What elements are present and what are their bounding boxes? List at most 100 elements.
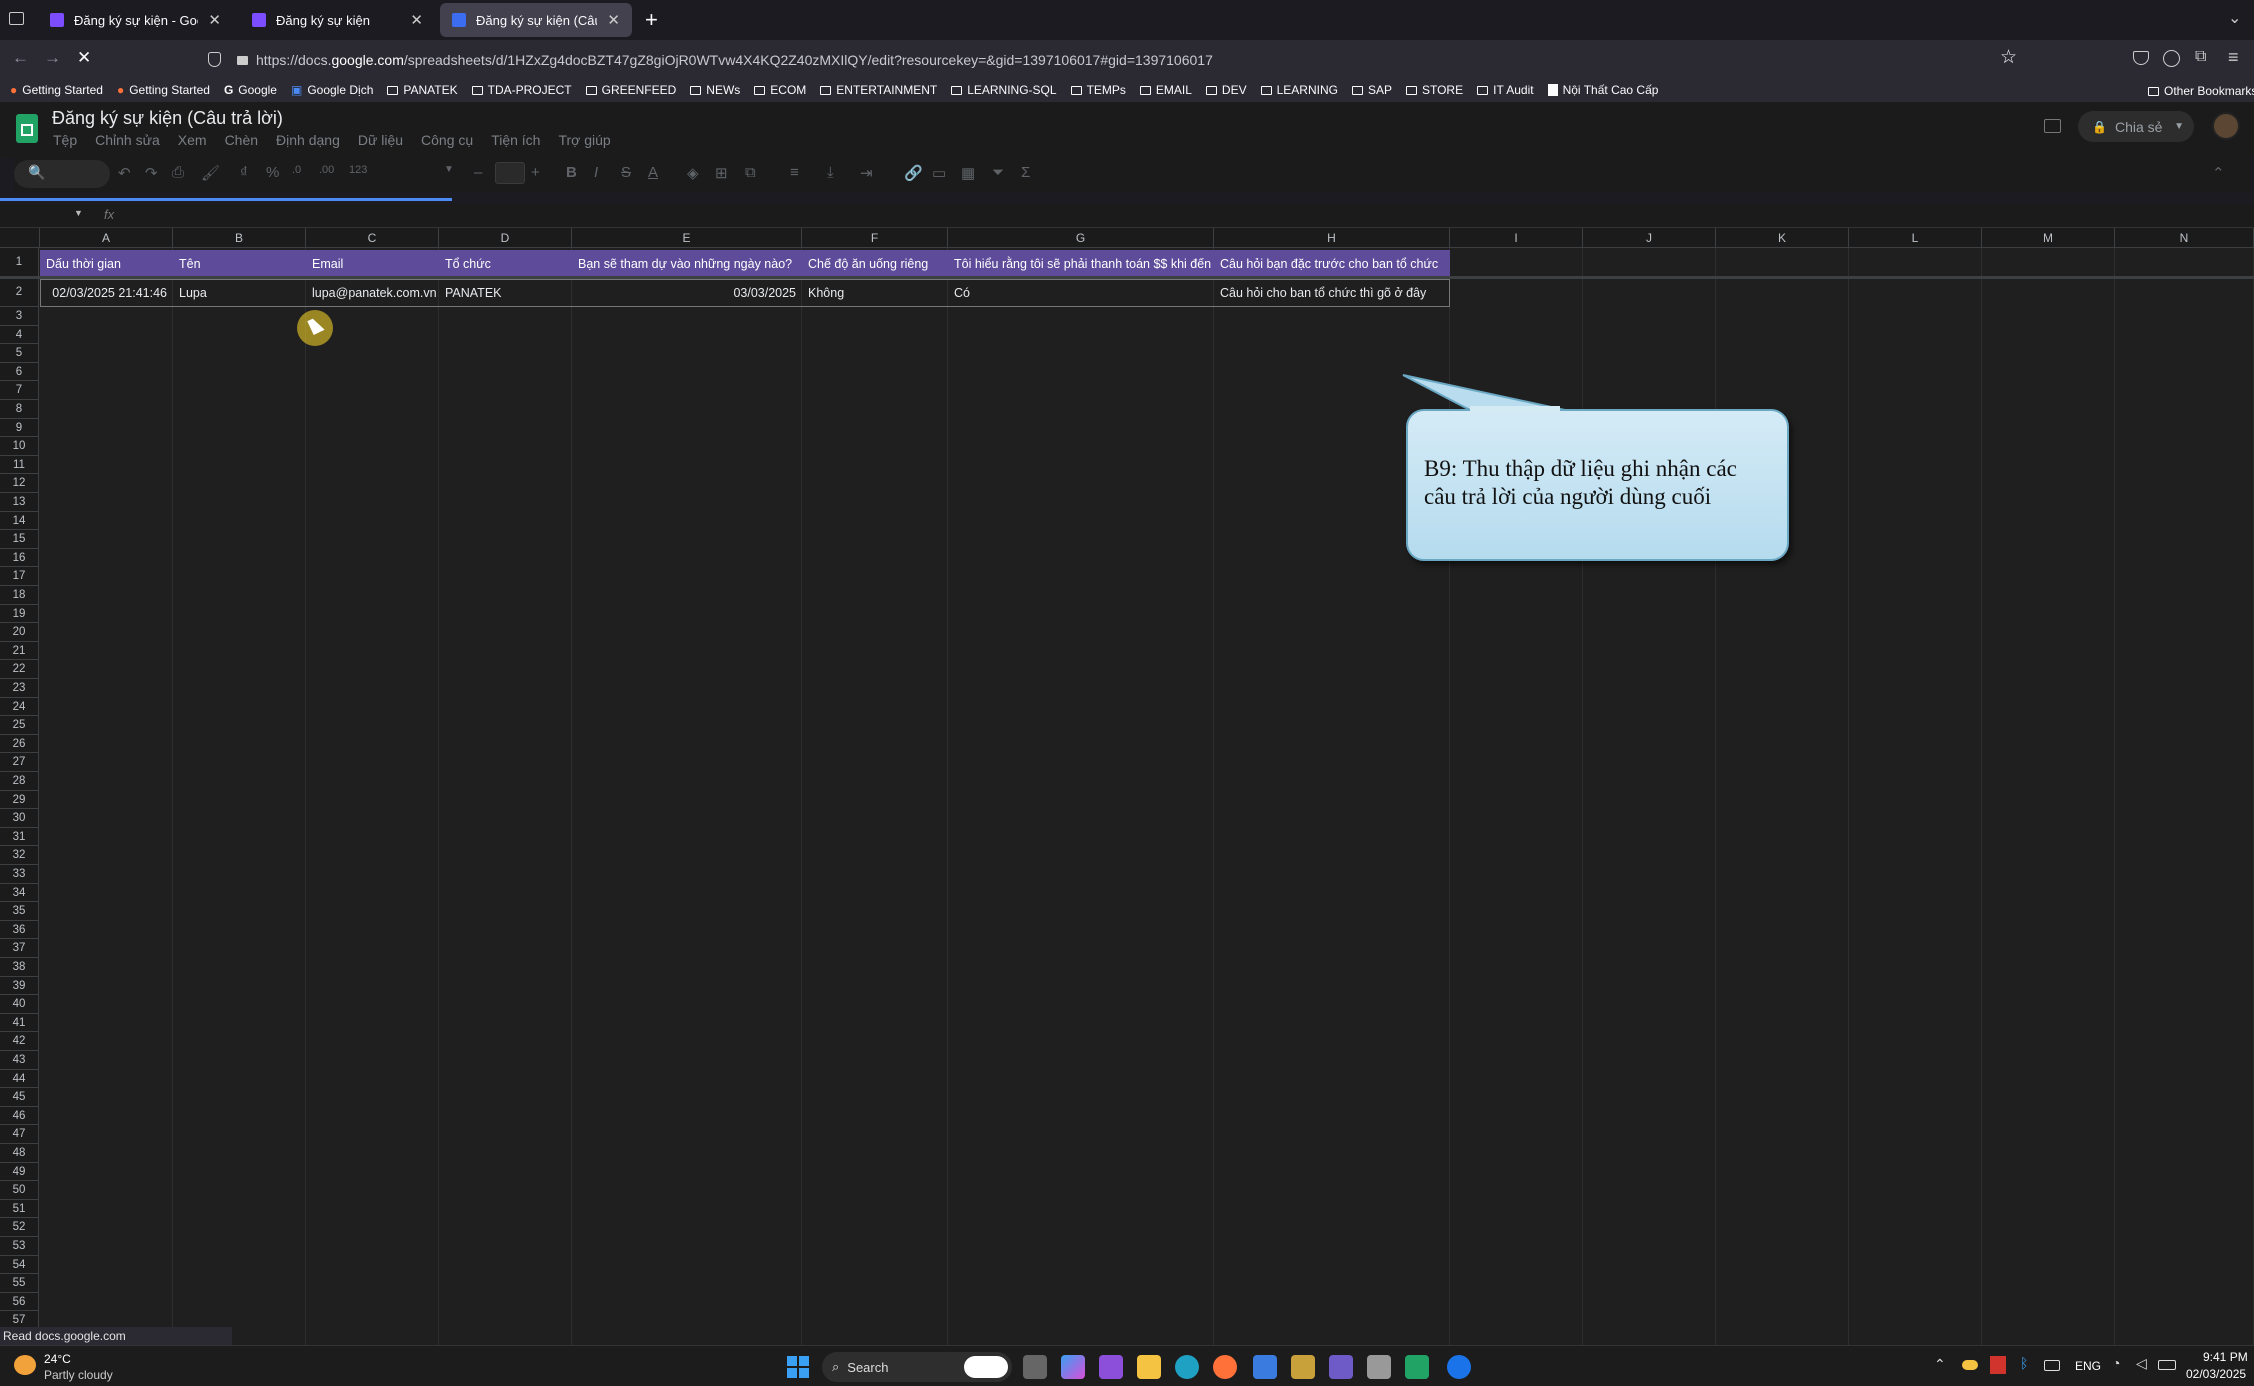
text-color-icon[interactable]: A (648, 164, 658, 181)
row-header-23[interactable]: 23 (0, 679, 39, 698)
row-header-10[interactable]: 10 (0, 437, 39, 456)
row-header-32[interactable]: 32 (0, 846, 39, 865)
chevron-up-icon[interactable]: ⌃ (1934, 1356, 1946, 1373)
clock-time[interactable]: 9:41 PM (2203, 1350, 2248, 1364)
back-icon[interactable]: ← (12, 48, 29, 68)
bookmark-folder[interactable]: STORE (1405, 83, 1463, 97)
keyboard-icon[interactable] (2044, 1360, 2060, 1371)
bookmark-folder[interactable]: EMAIL (1139, 83, 1192, 97)
increase-decimal-icon[interactable]: .00 (319, 164, 334, 176)
bookmark-item[interactable]: ● Getting Started (117, 83, 210, 97)
close-tab-icon[interactable]: ✕ (607, 11, 620, 29)
weather-desc[interactable]: Partly cloudy (44, 1368, 113, 1382)
font-dropdown-icon[interactable]: ▼ (444, 164, 454, 175)
chevron-down-icon[interactable]: ⌄ (2228, 8, 2241, 28)
column-header-b[interactable]: B (173, 228, 306, 248)
menu-search[interactable]: 🔍 (14, 160, 110, 188)
collapse-menus-icon[interactable]: ⌃ (2212, 164, 2225, 182)
row-header-22[interactable]: 22 (0, 660, 39, 679)
comment-history-icon[interactable] (2044, 119, 2061, 133)
functions-icon[interactable]: Σ (1021, 164, 1030, 181)
row-header-42[interactable]: 42 (0, 1032, 39, 1051)
row-header-15[interactable]: 15 (0, 530, 39, 549)
doc-title[interactable]: Đăng ký sự kiện (Câu trả lời) (52, 108, 283, 129)
row-header-2[interactable]: 2 (0, 277, 39, 307)
row-header-8[interactable]: 8 (0, 400, 39, 419)
menu-icon[interactable]: ≡ (2228, 47, 2239, 68)
row-header-56[interactable]: 56 (0, 1292, 39, 1312)
bookmark-folder[interactable]: ENTERTAINMENT (820, 83, 937, 97)
bluetooth-icon[interactable]: ᛒ (2020, 1355, 2028, 1371)
row-header-3[interactable]: 3 (0, 307, 39, 326)
row-header-12[interactable]: 12 (0, 474, 39, 493)
row-header-20[interactable]: 20 (0, 623, 39, 642)
row-header-48[interactable]: 48 (0, 1144, 39, 1163)
row-header-24[interactable]: 24 (0, 697, 39, 717)
battery-icon[interactable] (2158, 1360, 2176, 1370)
volume-icon[interactable]: ◁ (2136, 1355, 2147, 1372)
row-header-6[interactable]: 6 (0, 362, 39, 382)
bookmark-folder[interactable]: GREENFEED (585, 83, 676, 97)
row-header-17[interactable]: 17 (0, 567, 39, 586)
menu-view[interactable]: Xem (178, 132, 207, 148)
font-size-input[interactable] (495, 162, 525, 184)
clock-date[interactable]: 02/03/2025 (2186, 1367, 2246, 1381)
row-header-16[interactable]: 16 (0, 548, 39, 568)
vertical-align-icon[interactable]: ⤓ (827, 164, 834, 181)
bookmark-folder[interactable]: PANATEK (387, 83, 458, 97)
select-all-corner[interactable] (0, 228, 40, 248)
strikethrough-icon[interactable]: S (621, 164, 631, 181)
copilot-icon[interactable] (1061, 1355, 1085, 1379)
menu-data[interactable]: Dữ liệu (358, 132, 403, 148)
header-cell-attend-dates[interactable]: Bạn sẽ tham dự vào những ngày nào? (572, 250, 802, 278)
row-header-5[interactable]: 5 (0, 344, 39, 363)
filter-icon[interactable]: ⏷ (992, 164, 1004, 181)
sheets-logo-icon[interactable] (16, 114, 38, 143)
name-box[interactable]: ▼ (0, 204, 90, 226)
tab-list-icon[interactable] (9, 12, 24, 25)
row-header-41[interactable]: 41 (0, 1013, 39, 1033)
close-tab-icon[interactable]: ✕ (410, 11, 423, 29)
row-header-7[interactable]: 7 (0, 381, 39, 400)
currency-icon[interactable]: ₫ (240, 164, 248, 181)
row-header-26[interactable]: 26 (0, 734, 39, 754)
other-bookmarks[interactable]: Other Bookmarks (2148, 84, 2254, 98)
url-input[interactable]: https://docs. google.com/spreadsheets/d/1… (200, 45, 2010, 74)
row-header-9[interactable]: 9 (0, 418, 39, 438)
chart-icon[interactable]: ▦ (961, 164, 975, 182)
row-header-44[interactable]: 44 (0, 1069, 39, 1089)
wifi-icon[interactable]: ◔ (2112, 1355, 2120, 1371)
bookmark-folder[interactable]: LEARNING-SQL (951, 83, 1057, 97)
close-tab-icon[interactable]: ✕ (208, 11, 221, 29)
task-view-icon[interactable] (1023, 1355, 1047, 1379)
column-header-m[interactable]: M (1982, 228, 2115, 248)
tab-event-form[interactable]: Đăng ký sự kiện ✕ (240, 3, 435, 37)
excel-icon[interactable] (1405, 1355, 1429, 1379)
column-header-l[interactable]: L (1849, 228, 1982, 248)
row-header-31[interactable]: 31 (0, 827, 39, 847)
column-header-n[interactable]: N (2115, 228, 2254, 248)
onedrive-icon[interactable] (1962, 1360, 1978, 1370)
antivirus-icon[interactable] (1990, 1356, 2006, 1374)
firefox-icon[interactable] (1213, 1355, 1237, 1379)
bookmark-folder[interactable]: TEMPs (1070, 83, 1126, 97)
print-icon[interactable]: ⎙ (172, 164, 184, 181)
column-header-e[interactable]: E (572, 228, 802, 248)
bookmark-star-icon[interactable]: ☆ (2000, 46, 2017, 69)
column-header-d[interactable]: D (439, 228, 572, 248)
header-cell-name[interactable]: Tên (173, 250, 306, 278)
column-header-j[interactable]: J (1583, 228, 1716, 248)
row-header-40[interactable]: 40 (0, 995, 39, 1014)
fill-color-icon[interactable]: ◈ (687, 164, 699, 182)
bookmark-folder[interactable]: SAP (1351, 83, 1392, 97)
header-cell-email[interactable]: Email (306, 250, 439, 278)
extensions-icon[interactable]: ⧉ (2195, 48, 2206, 66)
text-wrap-icon[interactable]: ⇥ (860, 164, 873, 182)
header-cell-diet[interactable]: Chế độ ăn uống riêng (802, 250, 948, 278)
column-header-i[interactable]: I (1450, 228, 1583, 248)
tab-responses-sheet[interactable]: Đăng ký sự kiện (Câu trả lời) - G ✕ (440, 3, 632, 37)
more-formats-icon[interactable]: 123 (349, 164, 367, 176)
column-header-a[interactable]: A (40, 228, 173, 248)
row-header-33[interactable]: 33 (0, 865, 39, 884)
header-cell-timestamp[interactable]: Dấu thời gian (40, 250, 173, 278)
